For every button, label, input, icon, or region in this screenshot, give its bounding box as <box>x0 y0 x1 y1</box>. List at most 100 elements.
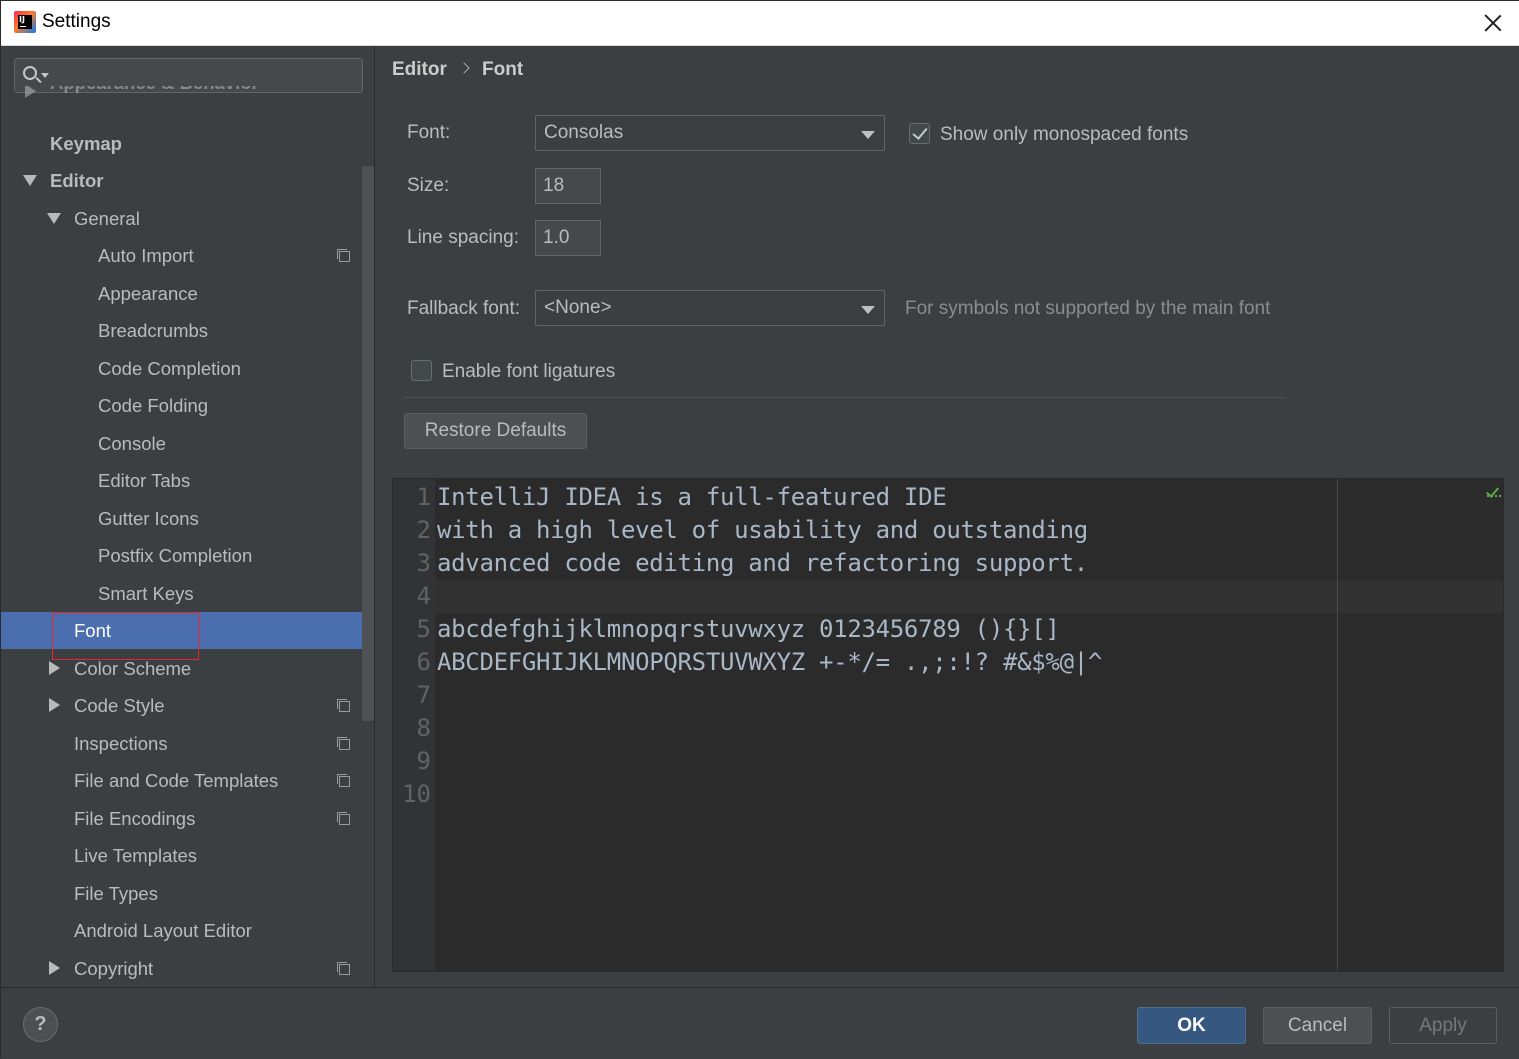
tree-item-label: Color Scheme <box>74 658 192 679</box>
line-number: 5 <box>416 615 431 643</box>
font-ligatures-label: Enable font ligatures <box>442 361 616 382</box>
tree-item-label: Code Folding <box>98 395 209 416</box>
tree-item-console[interactable]: Console <box>1 425 374 462</box>
tree-item-label: Code Completion <box>98 358 241 379</box>
expand-arrow-icon[interactable] <box>49 661 60 675</box>
tree-item-label: Postfix Completion <box>98 545 253 566</box>
search-icon <box>23 66 37 80</box>
tree-item-label: File and Code Templates <box>74 770 279 791</box>
inspection-ok-icon[interactable] <box>1486 485 1502 503</box>
line-number: 3 <box>416 549 431 577</box>
tree-item-code-completion[interactable]: Code Completion <box>1 350 374 387</box>
intellij-logo-icon: IJ <box>14 11 36 33</box>
tree-item-editor-tabs[interactable]: Editor Tabs <box>1 462 374 499</box>
project-settings-icon <box>337 812 350 825</box>
tree-item-file-types[interactable]: File Types <box>1 875 374 912</box>
tree-item-label: File Types <box>74 883 158 904</box>
preview-code-line: ABCDEFGHIJKLMNOPQRSTUVWXYZ +-*/= .,;:!? … <box>437 648 1103 676</box>
tree-item-postfix-completion[interactable]: Postfix Completion <box>1 537 374 574</box>
font-select[interactable]: Consolas <box>535 115 885 151</box>
tree-item-color-scheme[interactable]: Color Scheme <box>1 650 374 687</box>
tree-item-file-encodings[interactable]: File Encodings <box>1 800 374 837</box>
size-label: Size: <box>407 175 450 196</box>
tree-item-appearance-behavior[interactable]: Appearance & Behavior <box>1 86 374 112</box>
font-preview-editor[interactable]: 1 2 3 4 5 6 7 8 9 10 IntelliJ IDEA is a … <box>392 478 1504 972</box>
breadcrumb-parent[interactable]: Editor <box>392 59 447 81</box>
tree-item-label: Breadcrumbs <box>98 320 209 341</box>
expand-arrow-icon[interactable] <box>49 961 60 975</box>
tree-item-label: Editor Tabs <box>98 470 191 491</box>
tree-item-live-templates[interactable]: Live Templates <box>1 837 374 874</box>
preview-code-line: with a high level of usability and outst… <box>437 516 1088 544</box>
dialog-button-bar: ? OK Cancel Apply <box>1 987 1519 1059</box>
tree-item-label: File Encodings <box>74 808 196 829</box>
line-spacing-field[interactable]: 1.0 <box>535 220 601 256</box>
font-ligatures-checkbox[interactable] <box>411 360 432 381</box>
chevron-down-icon <box>861 306 875 314</box>
tree-item-code-folding[interactable]: Code Folding <box>1 387 374 424</box>
chevron-down-icon <box>861 131 875 139</box>
line-number: 9 <box>416 747 431 775</box>
tree-item-label: Console <box>98 433 166 454</box>
size-field[interactable]: 18 <box>535 168 601 204</box>
line-spacing-field-value: 1.0 <box>543 227 570 248</box>
tree-item-appearance[interactable]: Appearance <box>1 275 374 312</box>
restore-defaults-button[interactable]: Restore Defaults <box>404 413 587 449</box>
cancel-button[interactable]: Cancel <box>1263 1007 1372 1044</box>
preview-code-line: abcdefghijklmnopqrstuvwxyz 0123456789 ()… <box>437 615 1060 643</box>
tree-item-copyright[interactable]: Copyright <box>1 950 374 987</box>
right-margin-guide <box>1337 479 1338 971</box>
tree-item-label: Live Templates <box>74 845 198 866</box>
section-divider <box>404 397 1286 398</box>
collapse-arrow-icon[interactable] <box>47 213 61 224</box>
tree-item-label: Appearance & Behavior <box>50 86 259 101</box>
collapse-arrow-icon[interactable] <box>23 175 37 186</box>
line-spacing-label: Line spacing: <box>407 227 519 248</box>
font-settings-panel: Editor Font Font: Consolas Show only mon… <box>376 46 1519 987</box>
tree-item-keymap[interactable]: Keymap <box>1 125 374 162</box>
window-title: Settings <box>42 11 111 32</box>
tree-item-label: Gutter Icons <box>98 508 199 529</box>
font-select-value: Consolas <box>544 122 624 143</box>
breadcrumb-separator-icon <box>458 62 470 74</box>
tree-item-breadcrumbs[interactable]: Breadcrumbs <box>1 312 374 349</box>
breadcrumb-current: Font <box>482 59 524 80</box>
tree-item-code-style[interactable]: Code Style <box>1 687 374 724</box>
tree-item-inspections[interactable]: Inspections <box>1 725 374 762</box>
close-icon[interactable] <box>1479 9 1507 37</box>
expand-arrow-icon[interactable] <box>49 698 60 712</box>
tree-item-label: Keymap <box>50 133 122 154</box>
tree-item-auto-import[interactable]: Auto Import <box>1 237 374 274</box>
tree-item-smart-keys[interactable]: Smart Keys <box>1 575 374 612</box>
tree-item-file-code-templates[interactable]: File and Code Templates <box>1 762 374 799</box>
line-number: 4 <box>416 582 431 610</box>
monospaced-only-label: Show only monospaced fonts <box>940 124 1189 145</box>
tree-item-label: Inspections <box>74 733 168 754</box>
tree-item-label: General <box>74 208 140 229</box>
tree-item-label: Editor <box>50 170 104 191</box>
line-number: 8 <box>416 714 431 742</box>
apply-button[interactable]: Apply <box>1389 1007 1497 1044</box>
fallback-font-select[interactable]: <None> <box>535 290 885 326</box>
ok-button[interactable]: OK <box>1137 1007 1246 1044</box>
sidebar-scrollbar[interactable] <box>362 166 374 721</box>
project-settings-icon <box>337 699 350 712</box>
tree-item-label: Smart Keys <box>98 583 194 604</box>
tree-item-label: Appearance <box>98 283 198 304</box>
tree-item-label: Code Style <box>74 695 165 716</box>
monospaced-only-checkbox[interactable] <box>909 123 930 144</box>
project-settings-icon <box>337 962 350 975</box>
tree-item-editor[interactable]: Editor <box>1 162 374 199</box>
line-number: 7 <box>416 681 431 709</box>
project-settings-icon <box>337 774 350 787</box>
preview-code-line: IntelliJ IDEA is a full-featured IDE <box>437 483 947 511</box>
caret-row-highlight <box>435 580 1503 613</box>
tree-item-gutter-icons[interactable]: Gutter Icons <box>1 500 374 537</box>
tree-item-font[interactable]: Font <box>1 612 374 649</box>
tree-item-general[interactable]: General <box>1 200 374 237</box>
help-button[interactable]: ? <box>23 1007 58 1042</box>
search-dropdown-icon[interactable] <box>41 73 49 78</box>
tree-item-label: Auto Import <box>98 245 194 266</box>
tree-item-android-layout-editor[interactable]: Android Layout Editor <box>1 912 374 949</box>
expand-arrow-icon <box>25 86 36 98</box>
